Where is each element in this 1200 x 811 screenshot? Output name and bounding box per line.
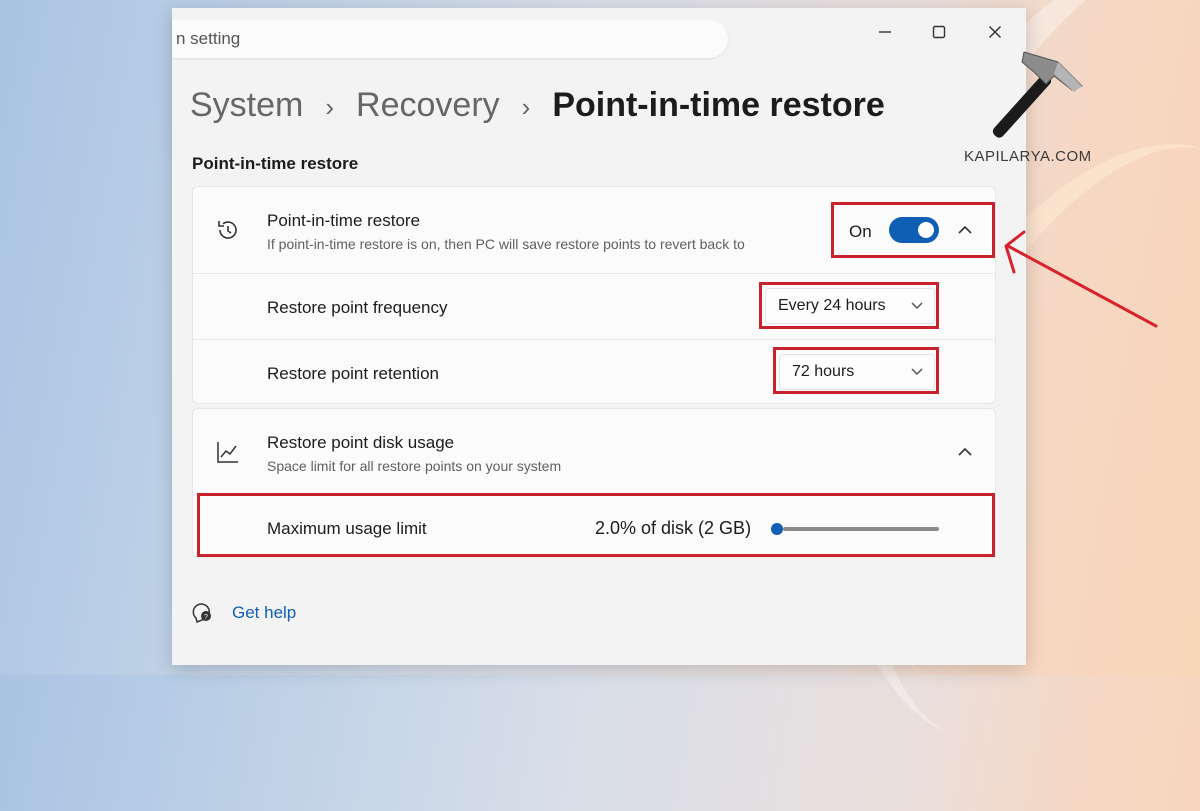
maximize-button[interactable] (916, 16, 962, 48)
disk-usage-header-row[interactable]: Restore point disk usage Space limit for… (193, 409, 995, 495)
breadcrumb-recovery[interactable]: Recovery (356, 86, 500, 125)
retention-label: Restore point retention (267, 364, 439, 383)
history-icon (218, 221, 237, 239)
highlight-box-usage (197, 493, 995, 557)
help-icon: ? (192, 603, 211, 624)
breadcrumb-system[interactable]: System (190, 86, 303, 125)
restore-description: If point-in-time restore is on, then PC … (267, 236, 745, 252)
highlight-box-retention (773, 347, 939, 394)
breadcrumb-separator: › (325, 92, 335, 122)
svg-text:?: ? (204, 614, 208, 621)
frequency-label: Restore point frequency (267, 298, 448, 317)
disk-usage-description: Space limit for all restore points on yo… (267, 458, 562, 474)
red-arrow-annotation (1004, 230, 1158, 328)
maximize-icon (932, 25, 946, 39)
chevron-up-icon[interactable] (957, 445, 973, 459)
disk-usage-card: Restore point disk usage Space limit for… (192, 408, 996, 558)
section-title: Point-in-time restore (192, 154, 359, 173)
highlight-box-toggle (831, 202, 995, 258)
minimize-icon (879, 31, 891, 33)
page-title: Point-in-time restore (552, 86, 885, 124)
breadcrumb-separator: › (521, 92, 531, 122)
search-input[interactable]: n setting (172, 20, 728, 58)
chart-icon (217, 442, 238, 463)
close-icon (989, 26, 1001, 38)
restore-title: Point-in-time restore (267, 211, 421, 230)
settings-window: n setting System › Recovery › Point-in-t… (172, 8, 1026, 665)
restore-card: Point-in-time restore If point-in-time r… (192, 186, 996, 404)
breadcrumb: System › Recovery › Point-in-time restor… (190, 86, 885, 125)
highlight-box-frequency (759, 282, 939, 329)
watermark-text: KAPILARYA.COM (964, 148, 1092, 165)
get-help-link[interactable]: Get help (232, 603, 296, 623)
get-help[interactable]: ? Get help (192, 602, 296, 624)
minimize-button[interactable] (862, 16, 908, 48)
disk-usage-title: Restore point disk usage (267, 433, 455, 452)
